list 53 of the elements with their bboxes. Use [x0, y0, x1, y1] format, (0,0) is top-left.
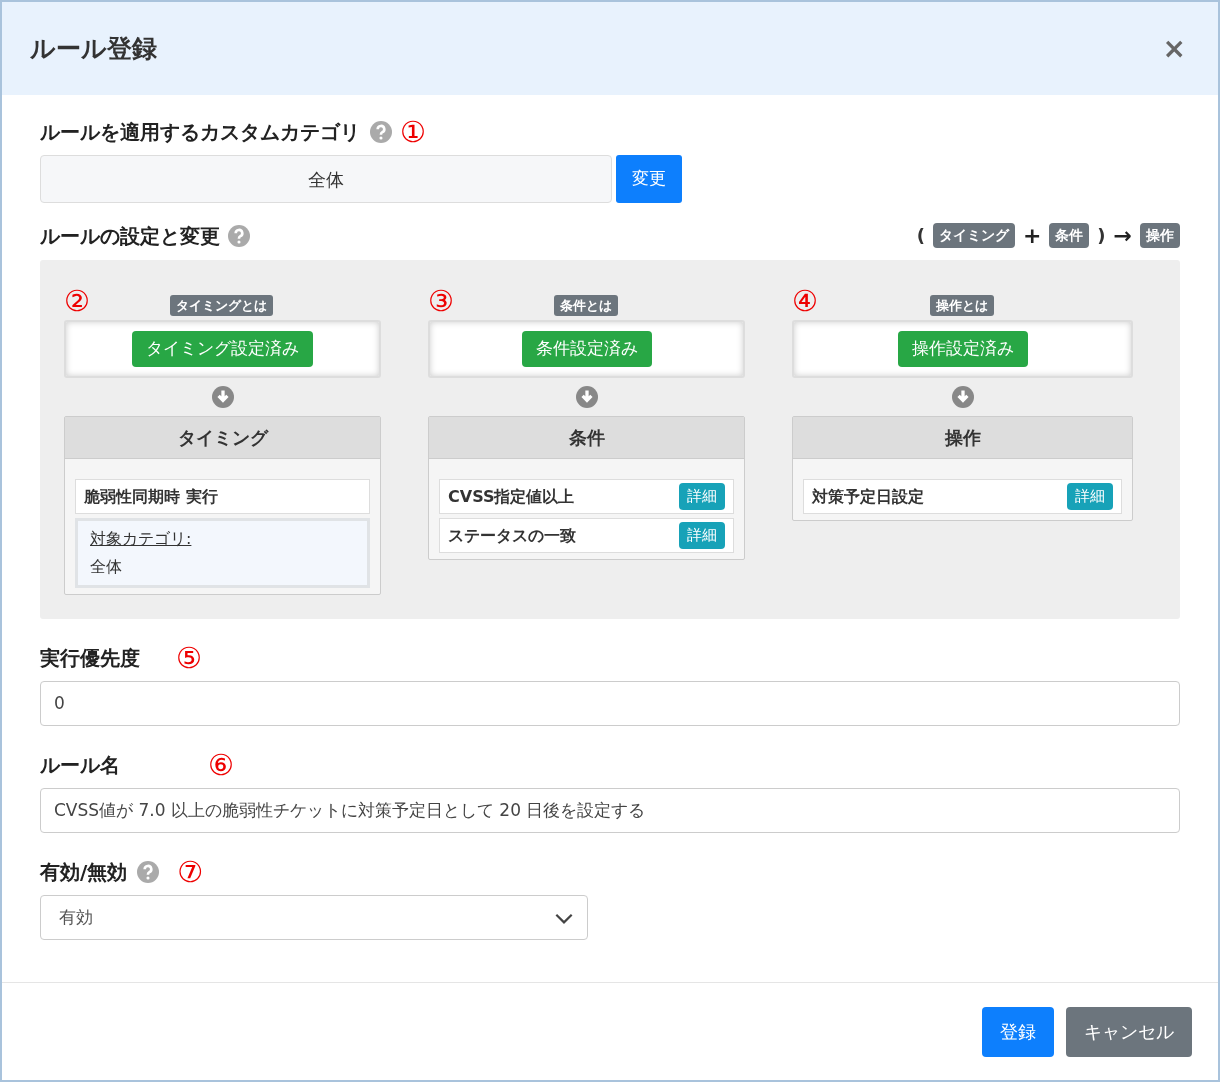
category-field: 全体 — [40, 155, 612, 203]
arrow-down-icon — [951, 386, 974, 408]
formula-paren: ( — [916, 224, 925, 248]
detail-button[interactable]: 詳細 — [679, 522, 725, 549]
help-badge[interactable]: タイミングとは — [170, 294, 273, 316]
callout-number: ⑤ — [176, 643, 202, 673]
help-badge[interactable]: 条件とは — [553, 294, 618, 316]
field-label: 有効/無効 — [40, 859, 128, 886]
rule-name-field[interactable]: CVSS値が 7.0 以上の脆弱性チケットに対策予定日として 20 日後を設定する — [40, 788, 1180, 833]
field-label: 実行優先度 — [40, 645, 140, 672]
enabled-select[interactable]: 有効 — [40, 895, 588, 940]
formula-paren: ) — [1097, 224, 1106, 248]
help-badge[interactable]: 操作とは — [929, 294, 994, 316]
status-button[interactable]: 操作設定済み — [897, 331, 1028, 367]
formula-operator: → — [1113, 222, 1132, 250]
formula-tag: タイミング — [932, 223, 1015, 248]
close-button[interactable]: × — [1158, 34, 1190, 63]
detail-button[interactable]: 詳細 — [1067, 483, 1113, 510]
info-value: 全体 — [90, 556, 123, 578]
help-icon — [370, 121, 392, 143]
section-header: 条件 — [429, 417, 744, 459]
category-link[interactable]: 対象カテゴリ: — [90, 527, 192, 551]
section-header: 操作 — [793, 417, 1132, 459]
arrow-down-icon — [211, 386, 234, 408]
select-value: 有効 — [59, 905, 93, 929]
callout-number: ⑦ — [177, 857, 204, 887]
callout-number: ⑥ — [208, 750, 234, 780]
formula-operator: + — [1022, 222, 1042, 250]
help-icon — [228, 224, 250, 247]
register-button[interactable]: 登録 — [982, 1006, 1054, 1057]
field-label: ルールの設定と変更 — [40, 222, 220, 250]
callout-number: ① — [400, 117, 426, 147]
change-button[interactable]: 変更 — [616, 155, 682, 203]
status-button[interactable]: 条件設定済み — [521, 331, 652, 367]
field-label: ルールを適用するカスタムカテゴリ — [40, 119, 360, 146]
item-text: CVSS指定値以上 — [448, 485, 575, 508]
detail-button[interactable]: 詳細 — [679, 483, 725, 510]
item-text: 対策予定日設定 — [812, 485, 924, 508]
formula-tag: 操作 — [1140, 223, 1180, 248]
callout-number: ④ — [792, 287, 818, 316]
status-button[interactable]: タイミング設定済み — [132, 331, 313, 367]
help-icon — [137, 861, 160, 883]
callout-number: ③ — [428, 287, 454, 316]
section-item: 脆弱性同期時 実行 — [75, 479, 370, 514]
callout-number: ② — [64, 287, 90, 316]
item-text: ステータスの一致 — [448, 524, 576, 547]
dialog-title: ルール登録 — [30, 32, 157, 65]
arrow-down-icon — [575, 386, 598, 408]
section-header: タイミング — [65, 417, 380, 459]
cancel-button[interactable]: キャンセル — [1066, 1006, 1192, 1057]
priority-field[interactable]: 0 — [40, 681, 1180, 726]
field-label: ルール名 — [40, 752, 120, 779]
formula-tag: 条件 — [1049, 223, 1090, 248]
